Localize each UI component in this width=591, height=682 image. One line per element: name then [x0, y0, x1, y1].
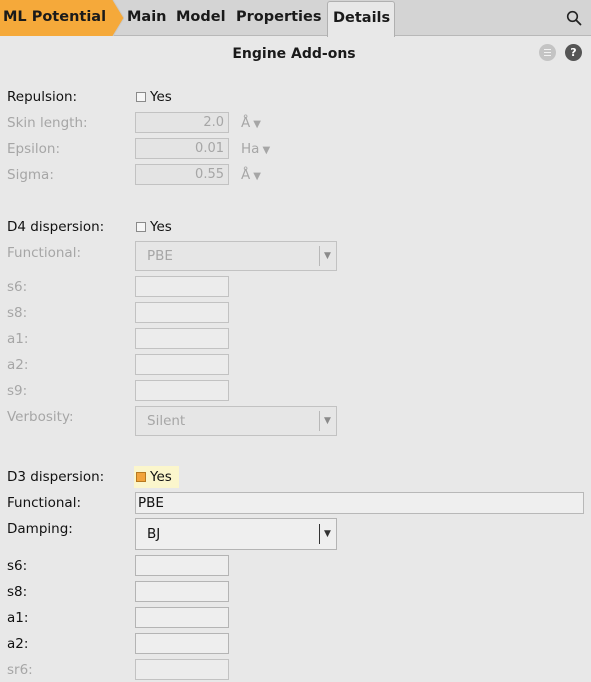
d4-s6-label: s6: [7, 279, 28, 295]
tab-main[interactable]: Main [127, 9, 167, 25]
d3-functional-input[interactable]: PBE [135, 492, 584, 514]
d3-s8-input[interactable] [135, 581, 229, 602]
tab-engine-label: ML Potential [3, 9, 107, 25]
epsilon-label: Epsilon: [7, 141, 60, 157]
panel-title: Engine Add-ons [232, 46, 356, 62]
d3-s6-label: s6: [7, 558, 28, 574]
d4-s8-label: s8: [7, 305, 28, 321]
tab-bar: ML Potential Main Model Properties Detai… [0, 0, 591, 37]
d4-functional-label: Functional: [7, 245, 81, 261]
search-icon[interactable] [566, 10, 582, 26]
d4-s6-input[interactable] [135, 276, 229, 297]
chevron-down-icon: ▼ [253, 119, 261, 130]
d3-dispersion-checkbox[interactable] [136, 472, 146, 482]
epsilon-unit: Ha [241, 141, 260, 157]
tab-details-label: Details [333, 10, 391, 26]
menu-icon[interactable] [539, 44, 556, 61]
repulsion-checkbox[interactable] [136, 92, 146, 102]
sigma-label: Sigma: [7, 167, 54, 183]
d4-verbosity-label: Verbosity: [7, 409, 74, 425]
repulsion-label: Repulsion: [7, 89, 78, 105]
d4-functional-select[interactable]: PBE ▼ [135, 241, 337, 271]
tab-model[interactable]: Model [176, 9, 226, 25]
d4-dispersion-checkbox[interactable] [136, 222, 146, 232]
d3-dispersion-checkbox-text[interactable]: Yes [150, 469, 172, 485]
tab-details[interactable]: Details [327, 1, 395, 37]
d4-s9-input[interactable] [135, 380, 229, 401]
tab-properties[interactable]: Properties [236, 9, 321, 25]
tab-engine-ml-potential[interactable]: ML Potential [0, 0, 124, 36]
help-icon[interactable]: ? [565, 44, 582, 61]
repulsion-checkbox-text[interactable]: Yes [150, 89, 172, 105]
epsilon-input[interactable]: 0.01 [135, 138, 229, 159]
d3-a1-label: a1: [7, 610, 29, 626]
sigma-input[interactable]: 0.55 [135, 164, 229, 185]
d3-damping-select[interactable]: BJ ▼ [135, 518, 337, 550]
d3-a1-input[interactable] [135, 607, 229, 628]
d3-dispersion-label: D3 dispersion: [7, 469, 105, 485]
d4-verbosity-value: Silent [147, 413, 186, 429]
sigma-unit: Å [241, 167, 251, 183]
d4-functional-value: PBE [147, 248, 173, 264]
d3-damping-value: BJ [147, 526, 161, 542]
d3-sr6-input[interactable] [135, 659, 229, 680]
skin-length-unit: Å [241, 115, 251, 131]
d4-s9-label: s9: [7, 383, 28, 399]
skin-length-input[interactable]: 2.0 [135, 112, 229, 133]
d4-a2-label: a2: [7, 357, 29, 373]
d4-s8-input[interactable] [135, 302, 229, 323]
d3-s6-input[interactable] [135, 555, 229, 576]
chevron-down-icon: ▼ [324, 251, 331, 261]
d3-a2-input[interactable] [135, 633, 229, 654]
d4-dispersion-label: D4 dispersion: [7, 219, 105, 235]
d4-dispersion-checkbox-text[interactable]: Yes [150, 219, 172, 235]
chevron-down-icon: ▼ [262, 145, 271, 156]
skin-length-unit-select[interactable]: Å ▼ [241, 115, 261, 131]
d4-a2-input[interactable] [135, 354, 229, 375]
sigma-unit-select[interactable]: Å ▼ [241, 167, 261, 183]
d4-a1-input[interactable] [135, 328, 229, 349]
chevron-down-icon: ▼ [253, 171, 261, 182]
d4-a1-label: a1: [7, 331, 29, 347]
d3-a2-label: a2: [7, 636, 29, 652]
skin-length-label: Skin length: [7, 115, 88, 131]
chevron-down-icon: ▼ [324, 416, 331, 426]
d3-sr6-label: sr6: [7, 662, 33, 678]
epsilon-unit-select[interactable]: Ha ▼ [241, 141, 270, 157]
d3-functional-label: Functional: [7, 495, 81, 511]
d3-s8-label: s8: [7, 584, 28, 600]
chevron-down-icon: ▼ [324, 529, 331, 539]
d4-verbosity-select[interactable]: Silent ▼ [135, 406, 337, 436]
d3-damping-label: Damping: [7, 521, 73, 537]
